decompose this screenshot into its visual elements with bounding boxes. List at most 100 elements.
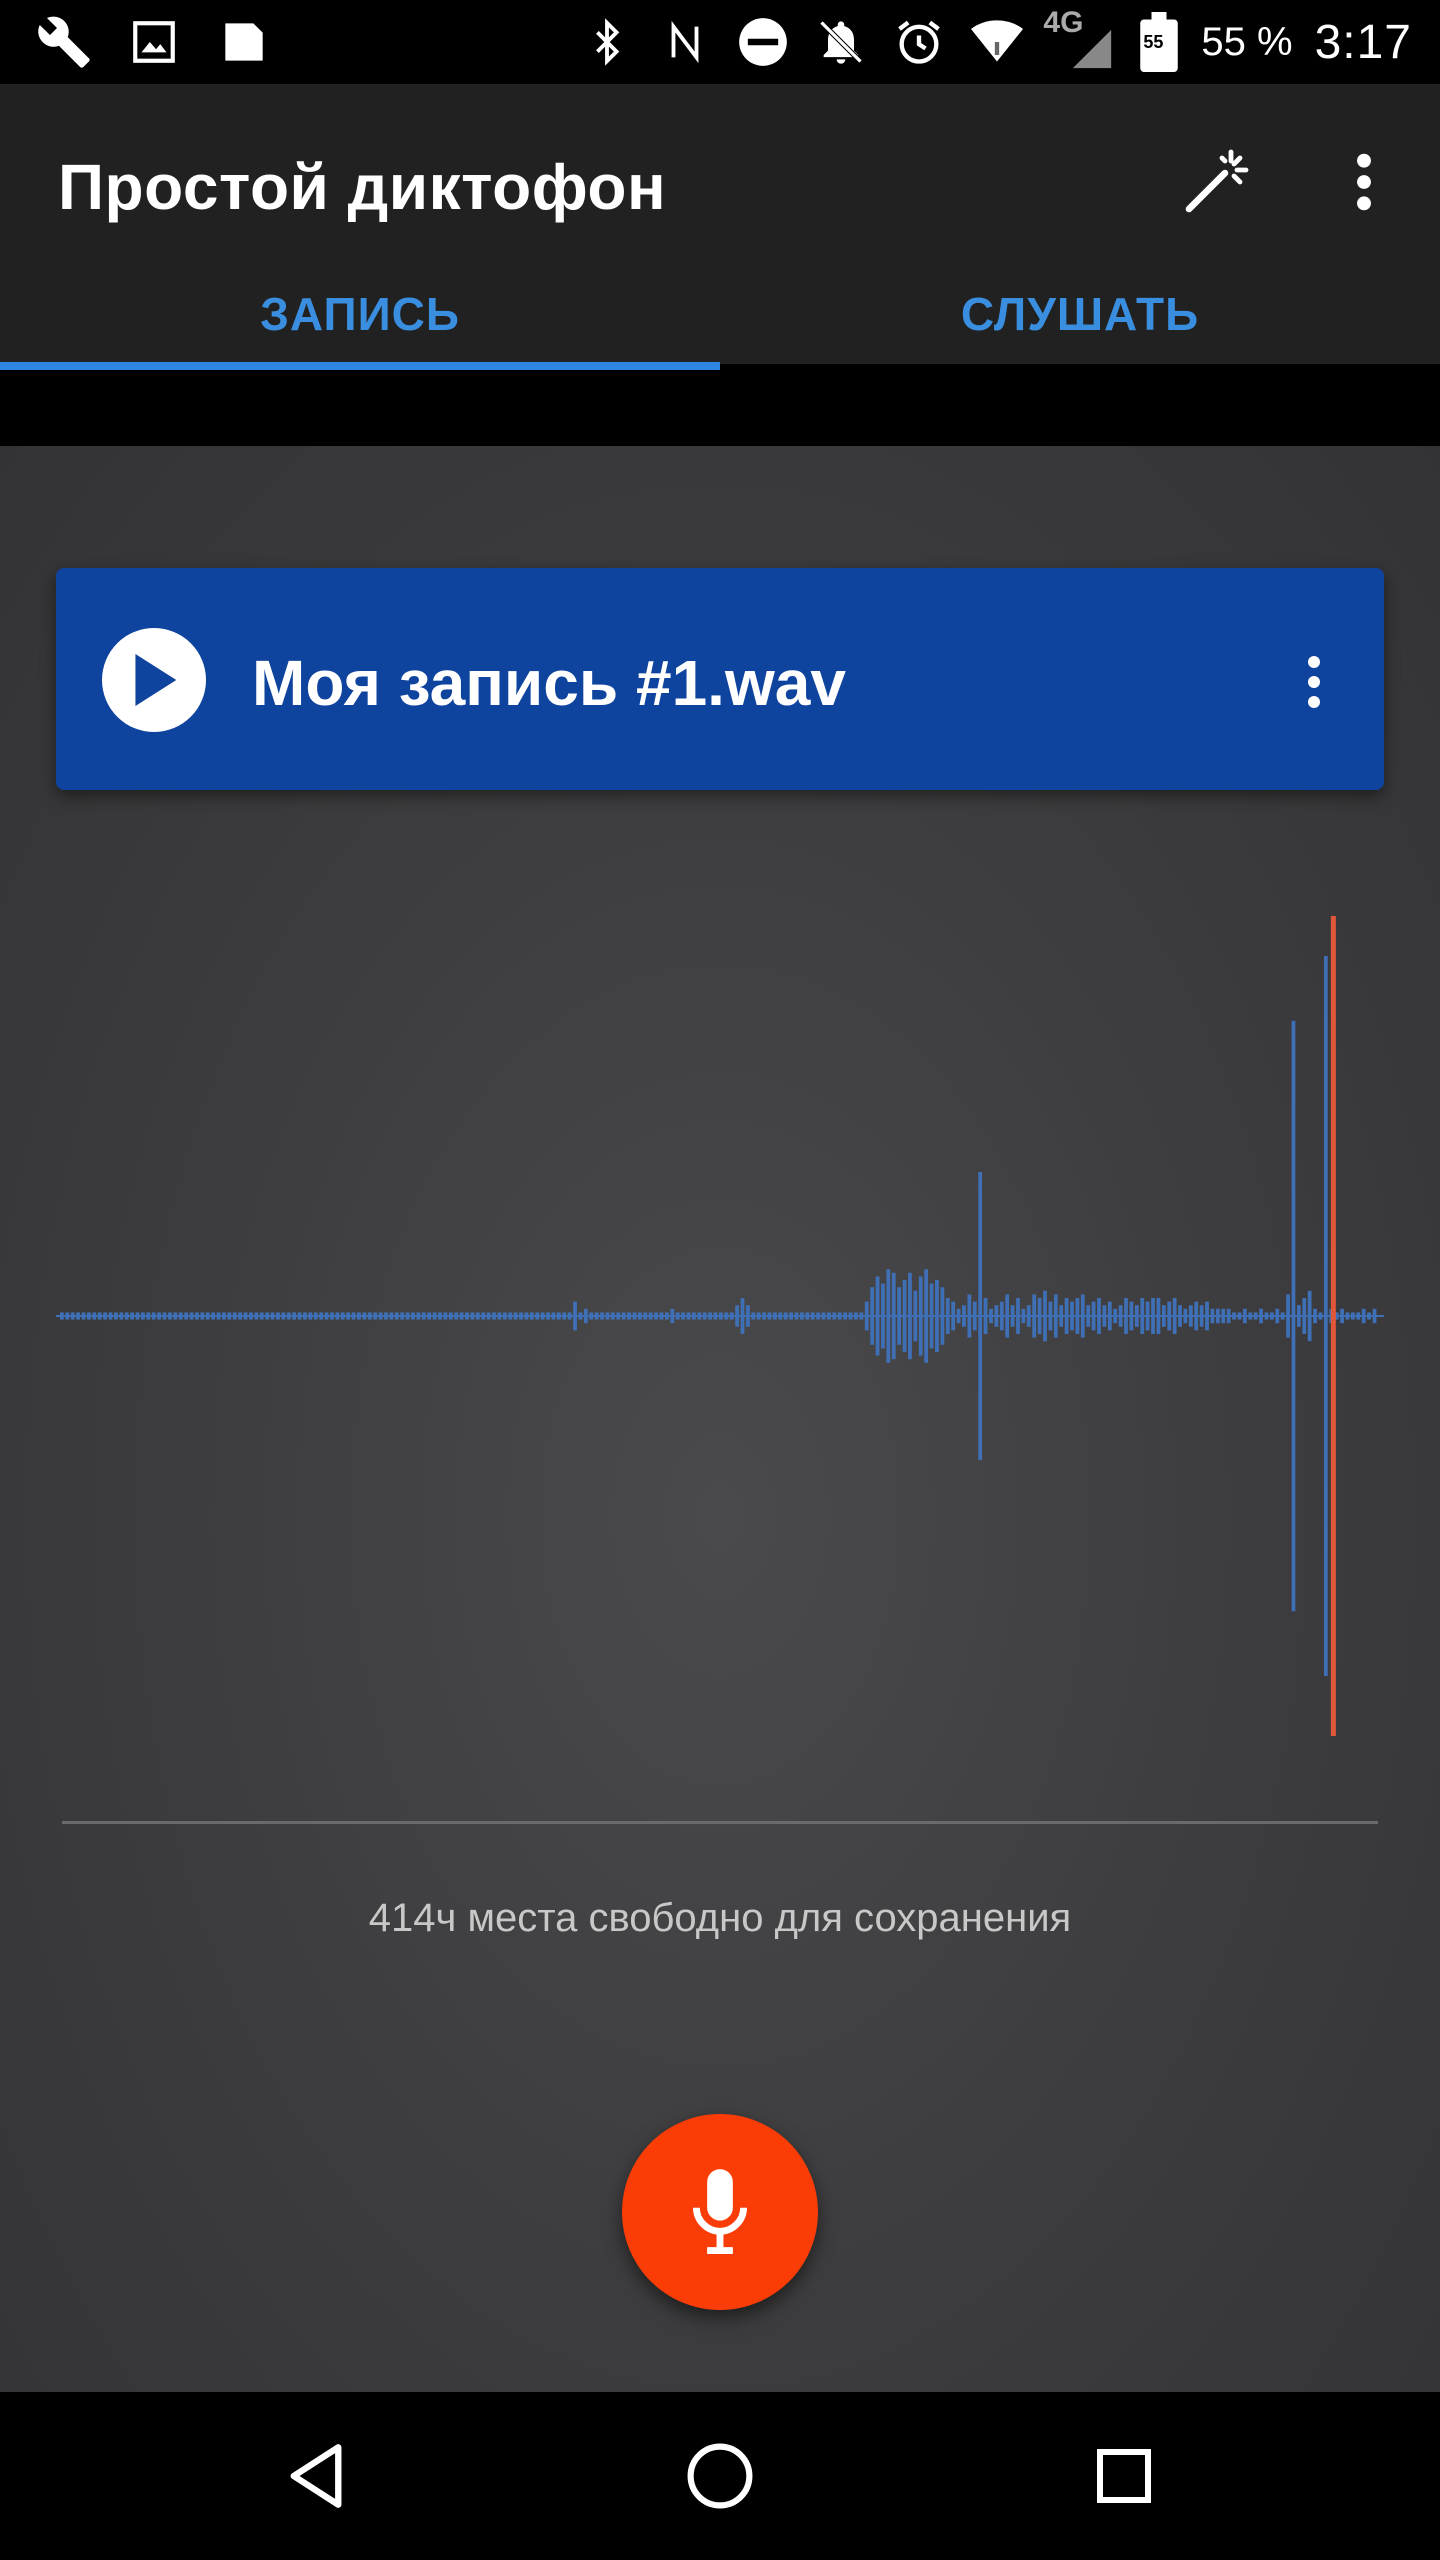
waveform-bar bbox=[427, 1312, 432, 1320]
waveform-bar bbox=[805, 1312, 810, 1320]
waveform-bar bbox=[594, 1312, 599, 1320]
waveform-bar bbox=[470, 1312, 475, 1320]
more-vert-icon bbox=[1308, 656, 1320, 708]
waveform-bar bbox=[1048, 1301, 1053, 1331]
waveform-bar bbox=[746, 1305, 750, 1327]
waveform-bar bbox=[1275, 1308, 1280, 1324]
waveform-bar bbox=[632, 1312, 637, 1320]
waveform-bar bbox=[1086, 1305, 1091, 1327]
waveform-bar bbox=[773, 1312, 777, 1320]
waveform-bar bbox=[610, 1312, 615, 1320]
recents-button[interactable] bbox=[1074, 2426, 1174, 2526]
waveform-bar bbox=[994, 1305, 999, 1327]
waveform-bar bbox=[384, 1312, 388, 1320]
waveform-bar bbox=[1264, 1312, 1269, 1320]
waveform-bar bbox=[918, 1276, 923, 1356]
waveform-bar bbox=[908, 1272, 912, 1360]
record-button[interactable] bbox=[622, 2114, 818, 2310]
waveform-bar bbox=[195, 1312, 199, 1320]
waveform-bar bbox=[1248, 1312, 1253, 1320]
tab-record-label: ЗАПИСЬ bbox=[260, 288, 460, 340]
waveform-bar bbox=[762, 1312, 766, 1320]
waveform-bar bbox=[1340, 1308, 1344, 1324]
overflow-menu-button[interactable] bbox=[1316, 134, 1412, 230]
playhead[interactable] bbox=[1330, 916, 1336, 1736]
waveform-bar bbox=[999, 1301, 1004, 1331]
waveform-bar bbox=[1356, 1312, 1361, 1320]
home-icon bbox=[687, 2443, 753, 2509]
waveform-bar bbox=[686, 1312, 691, 1320]
tab-listen[interactable]: СЛУШАТЬ bbox=[720, 264, 1440, 364]
waveform-bar bbox=[756, 1312, 761, 1320]
waveform-bar bbox=[135, 1312, 140, 1320]
waveform-bar bbox=[519, 1312, 523, 1320]
recording-menu-button[interactable] bbox=[1284, 634, 1344, 730]
waveform-bar bbox=[151, 1312, 156, 1320]
waveform-bar bbox=[1259, 1308, 1263, 1324]
recording-card[interactable]: Моя запись #1.wav bbox=[56, 568, 1384, 790]
waveform-bar bbox=[1053, 1294, 1058, 1338]
waveform-bar bbox=[270, 1312, 275, 1320]
tab-listen-label: СЛУШАТЬ bbox=[960, 288, 1200, 340]
waveform-bar bbox=[141, 1312, 145, 1320]
waveform-bar bbox=[886, 1269, 891, 1363]
waveform-bar bbox=[243, 1312, 248, 1320]
waveform-bar bbox=[1075, 1298, 1080, 1334]
waveform-bar bbox=[1037, 1298, 1042, 1334]
waveform-bar bbox=[778, 1312, 783, 1320]
waveform-bar bbox=[600, 1312, 604, 1320]
play-icon bbox=[135, 654, 177, 706]
waveform-bar bbox=[1237, 1312, 1242, 1320]
waveform-bar bbox=[870, 1287, 875, 1345]
wifi-icon bbox=[969, 14, 1025, 70]
play-button[interactable] bbox=[102, 628, 206, 732]
waveform-bar bbox=[1221, 1308, 1226, 1324]
waveform-bar bbox=[216, 1312, 221, 1320]
waveform-bar bbox=[567, 1312, 572, 1320]
waveform-bar bbox=[729, 1312, 734, 1320]
app-title: Простой диктофон bbox=[58, 151, 667, 223]
waveform-bar bbox=[881, 1283, 885, 1349]
waveform-bar bbox=[832, 1312, 837, 1320]
battery-icon: 55 bbox=[1139, 12, 1179, 72]
waveform-bar bbox=[816, 1312, 821, 1320]
waveform-bar bbox=[184, 1312, 189, 1320]
waveform-bar bbox=[827, 1312, 831, 1320]
waveform-bar bbox=[1350, 1312, 1355, 1320]
waveform-bar bbox=[783, 1312, 788, 1320]
waveform-bar bbox=[1064, 1298, 1069, 1334]
waveform-bar bbox=[697, 1312, 702, 1320]
microphone-icon bbox=[693, 2169, 747, 2254]
waveform-bar bbox=[935, 1280, 939, 1352]
waveform-bar bbox=[605, 1312, 610, 1320]
waveform-bar bbox=[859, 1312, 864, 1320]
waveform-bar bbox=[492, 1312, 496, 1320]
waveform-bar bbox=[945, 1298, 950, 1334]
waveform-bar bbox=[983, 1298, 988, 1334]
magic-wand-button[interactable] bbox=[1168, 134, 1264, 230]
tab-record[interactable]: ЗАПИСЬ bbox=[0, 264, 720, 370]
back-button[interactable] bbox=[266, 2426, 366, 2526]
navigation-bar bbox=[0, 2392, 1440, 2560]
waveform-bar bbox=[454, 1312, 459, 1320]
home-button[interactable] bbox=[670, 2426, 770, 2526]
status-left bbox=[36, 12, 272, 72]
waveform-bar bbox=[1118, 1305, 1123, 1327]
app-bar: Простой диктофон ЗАПИСЬ СЛУШАТЬ bbox=[0, 84, 1440, 370]
waveform-bar bbox=[178, 1312, 183, 1320]
waveform-bar bbox=[1026, 1305, 1031, 1327]
waveform-bar bbox=[940, 1287, 945, 1345]
waveform-bar bbox=[65, 1312, 70, 1320]
waveform-bar bbox=[324, 1312, 329, 1320]
tab-bar: ЗАПИСЬ СЛУШАТЬ bbox=[0, 264, 1440, 370]
waveform-bar bbox=[1253, 1312, 1258, 1320]
waveform-bar bbox=[1080, 1294, 1085, 1338]
alarm-icon bbox=[891, 14, 947, 70]
waveform-bar bbox=[108, 1312, 113, 1320]
nfc-icon bbox=[657, 14, 713, 70]
waveform[interactable] bbox=[56, 916, 1384, 1756]
do-not-disturb-icon bbox=[735, 14, 791, 70]
waveform-bar bbox=[1205, 1301, 1209, 1331]
magic-wand-icon bbox=[1185, 149, 1249, 213]
waveform-bar bbox=[400, 1312, 405, 1320]
